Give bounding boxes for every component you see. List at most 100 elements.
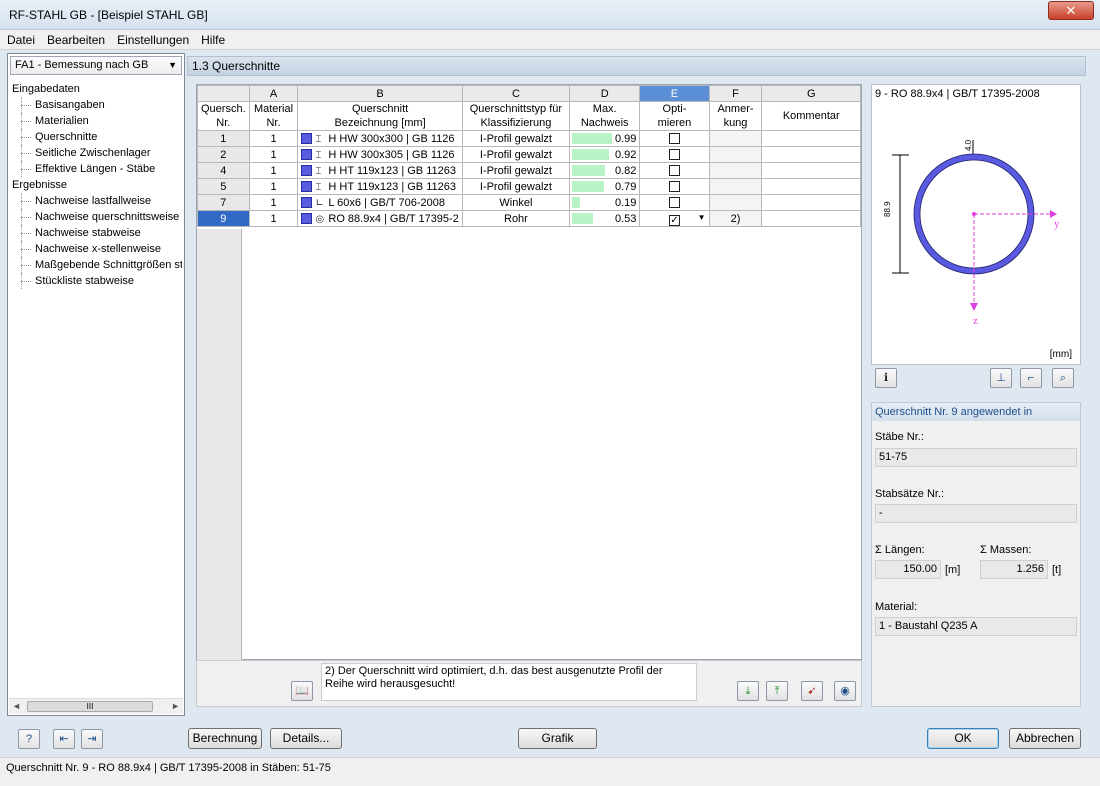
optimize-cell[interactable] bbox=[639, 178, 710, 195]
type-cell[interactable]: Winkel bbox=[461, 194, 571, 211]
scroll-left-icon[interactable]: ◄ bbox=[12, 701, 21, 711]
comment-cell[interactable] bbox=[761, 178, 861, 195]
col-letter-a[interactable]: A bbox=[248, 85, 299, 102]
table-row[interactable]: 7 1 ∟ L 60x6 | GB/T 706-2008 Winkel 0.19 bbox=[197, 194, 861, 211]
optimize-cell[interactable] bbox=[639, 194, 710, 211]
row-number[interactable]: 4 bbox=[197, 162, 250, 179]
tree-item-materialien[interactable]: Materialien bbox=[12, 113, 182, 129]
optimize-checkbox[interactable] bbox=[668, 164, 680, 176]
row-number[interactable]: 9 bbox=[197, 210, 250, 227]
tree-group-results[interactable]: Ergebnisse bbox=[12, 177, 182, 193]
library-button[interactable]: 📖 bbox=[291, 681, 313, 701]
col-letter-g[interactable]: G bbox=[761, 85, 861, 102]
zoom-button[interactable]: ⌕ bbox=[1052, 368, 1074, 388]
type-cell[interactable]: I-Profil gewalzt bbox=[461, 178, 571, 195]
close-button[interactable]: ✕ bbox=[1048, 1, 1094, 20]
col-letter-c[interactable]: C bbox=[461, 85, 571, 102]
berechnung-button[interactable]: Berechnung bbox=[188, 728, 262, 749]
section-cell[interactable]: ∟ L 60x6 | GB/T 706-2008 bbox=[297, 194, 463, 211]
table-row[interactable]: 5 1 ⌶ H HT 119x123 | GB 11263 I-Profil gewal… bbox=[197, 178, 861, 195]
tree-item-stueckliste[interactable]: Stückliste stabweise bbox=[12, 273, 182, 289]
details-button[interactable]: Details... bbox=[270, 728, 342, 749]
note-cell[interactable] bbox=[708, 130, 763, 147]
col-letter-b[interactable]: B bbox=[297, 85, 463, 102]
optimize-checkbox[interactable] bbox=[668, 180, 680, 192]
material-cell[interactable]: 1 bbox=[248, 162, 299, 179]
section-cell[interactable]: ◎ RO 88.9x4 | GB/T 17395-2 bbox=[297, 210, 463, 227]
section-cell[interactable]: ⌶ H HT 119x123 | GB 11263 bbox=[297, 178, 463, 195]
note-cell[interactable] bbox=[708, 162, 763, 179]
row-number[interactable]: 5 bbox=[197, 178, 250, 195]
optimize-checkbox[interactable] bbox=[668, 148, 680, 160]
tree-item-querschnitte[interactable]: Querschnitte bbox=[12, 129, 182, 145]
horizontal-scrollbar[interactable]: ◄ III ► bbox=[9, 698, 183, 714]
menu-datei[interactable]: Datei bbox=[0, 30, 40, 47]
section-cell[interactable]: ⌶ H HW 300x305 | GB 1126 bbox=[297, 146, 463, 163]
scroll-right-icon[interactable]: ► bbox=[171, 701, 180, 711]
chevron-down-icon[interactable]: ▼ bbox=[698, 213, 706, 222]
help-button[interactable]: ? bbox=[18, 729, 40, 749]
module-dropdown[interactable]: FA1 - Bemessung nach GB ▼ bbox=[10, 56, 182, 75]
note-cell[interactable] bbox=[708, 178, 763, 195]
material-cell[interactable]: 1 bbox=[248, 210, 299, 227]
material-cell[interactable]: 1 bbox=[248, 178, 299, 195]
grafik-button[interactable]: Grafik bbox=[518, 728, 597, 749]
optimize-checkbox[interactable] bbox=[668, 132, 680, 144]
import-button[interactable]: ⤓ bbox=[737, 681, 759, 701]
pick-button[interactable]: ➹ bbox=[801, 681, 823, 701]
col-letter-e[interactable]: E bbox=[639, 85, 710, 102]
col-letter-f[interactable]: F bbox=[708, 85, 763, 102]
scroll-thumb[interactable]: III bbox=[27, 701, 153, 712]
view-button[interactable]: ◉ bbox=[834, 681, 856, 701]
row-number[interactable]: 2 bbox=[197, 146, 250, 163]
tree-item-effektive-laengen[interactable]: Effektive Längen - Stäbe bbox=[12, 161, 182, 177]
type-cell[interactable]: I-Profil gewalzt bbox=[461, 130, 571, 147]
row-number[interactable]: 7 bbox=[197, 194, 250, 211]
menu-hilfe[interactable]: Hilfe bbox=[194, 30, 230, 47]
optimize-cell[interactable] bbox=[639, 146, 710, 163]
tree-item-schnittgroessen[interactable]: Maßgebende Schnittgrößen sta bbox=[12, 257, 182, 273]
info-button[interactable]: ℹ bbox=[875, 368, 897, 388]
next-button[interactable]: ⇥ bbox=[81, 729, 103, 749]
material-cell[interactable]: 1 bbox=[248, 130, 299, 147]
table-row[interactable]: 1 1 ⌶ H HW 300x300 | GB 1126 I-Profil gewalz… bbox=[197, 130, 861, 147]
section-cell[interactable]: ⌶ H HW 300x300 | GB 1126 bbox=[297, 130, 463, 147]
comment-cell[interactable] bbox=[761, 130, 861, 147]
material-cell[interactable]: 1 bbox=[248, 194, 299, 211]
optimize-cell[interactable] bbox=[639, 162, 710, 179]
table-row[interactable]: 4 1 ⌶ H HT 119x123 | GB 11263 I-Profil gewal… bbox=[197, 162, 861, 179]
col-letter-d[interactable]: D bbox=[569, 85, 641, 102]
axes-button[interactable]: ⌐ bbox=[1020, 368, 1042, 388]
ok-button[interactable]: OK bbox=[927, 728, 999, 749]
tree-item-stabweise[interactable]: Nachweise stabweise bbox=[12, 225, 182, 241]
tree-item-lastfallweise[interactable]: Nachweise lastfallweise bbox=[12, 193, 182, 209]
note-cell[interactable] bbox=[708, 146, 763, 163]
tree-group-input[interactable]: Eingabedaten bbox=[12, 81, 182, 97]
tree-item-basisangaben[interactable]: Basisangaben bbox=[12, 97, 182, 113]
cancel-button[interactable]: Abbrechen bbox=[1009, 728, 1081, 749]
table-row[interactable]: 9 1 ◎ RO 88.9x4 | GB/T 17395-2 Rohr 0.53 ✓ ▼ 2) bbox=[197, 210, 861, 227]
section-cell[interactable]: ⌶ H HT 119x123 | GB 11263 bbox=[297, 162, 463, 179]
optimize-checkbox[interactable]: ✓ bbox=[668, 214, 680, 226]
optimize-cell[interactable] bbox=[639, 130, 710, 147]
table-row[interactable]: 2 1 ⌶ H HW 300x305 | GB 1126 I-Profil gewalz… bbox=[197, 146, 861, 163]
optimize-cell[interactable]: ✓ ▼ bbox=[639, 210, 710, 227]
menu-bearbeiten[interactable]: Bearbeiten bbox=[40, 30, 110, 47]
material-cell[interactable]: 1 bbox=[248, 146, 299, 163]
optimize-checkbox[interactable] bbox=[668, 196, 680, 208]
type-cell[interactable]: I-Profil gewalzt bbox=[461, 146, 571, 163]
tree-item-querschnittsweise[interactable]: Nachweise querschnittsweise bbox=[12, 209, 182, 225]
type-cell[interactable]: I-Profil gewalzt bbox=[461, 162, 571, 179]
comment-cell[interactable] bbox=[761, 210, 861, 227]
previous-button[interactable]: ⇤ bbox=[53, 729, 75, 749]
note-cell[interactable] bbox=[708, 194, 763, 211]
comment-cell[interactable] bbox=[761, 146, 861, 163]
export-button[interactable]: ⤒ bbox=[766, 681, 788, 701]
menu-einstellungen[interactable]: Einstellungen bbox=[110, 30, 194, 47]
tree-item-x-stellenweise[interactable]: Nachweise x-stellenweise bbox=[12, 241, 182, 257]
note-cell[interactable]: 2) bbox=[708, 210, 763, 227]
row-number[interactable]: 1 bbox=[197, 130, 250, 147]
type-cell[interactable]: Rohr bbox=[461, 210, 571, 227]
tree-item-zwischenlager[interactable]: Seitliche Zwischenlager bbox=[12, 145, 182, 161]
comment-cell[interactable] bbox=[761, 162, 861, 179]
